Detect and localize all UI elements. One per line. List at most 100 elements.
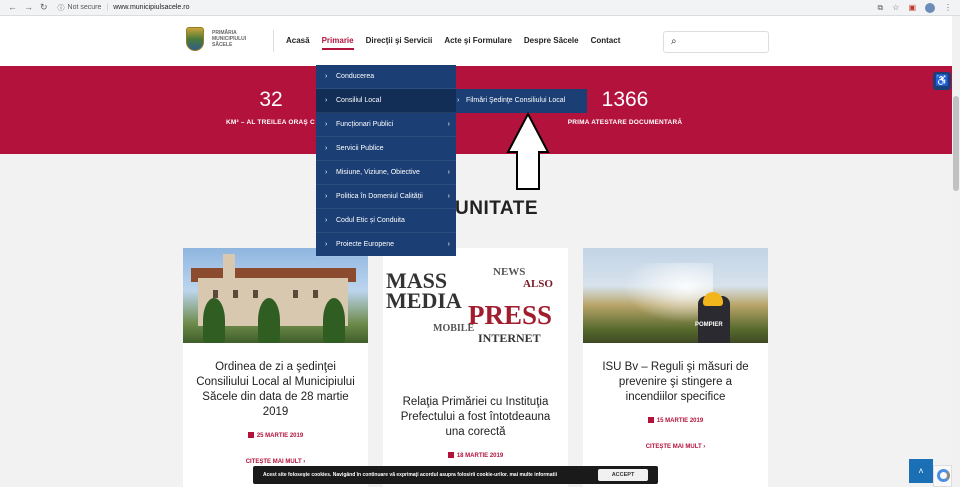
submenu-arrow-icon: › (447, 121, 450, 128)
card-image[interactable]: POMPIER (583, 248, 768, 343)
card-date: 25 MARTIE 2019 (183, 432, 368, 439)
security-label: Not secure (67, 4, 102, 11)
news-card[interactable]: Ordinea de zi a şedinţei Consiliului Loc… (183, 248, 368, 487)
reload-icon[interactable]: ↻ (40, 2, 48, 13)
chevron-right-icon: › (325, 121, 328, 128)
main-menu: Acasă Primarie Direcţii şi Servicii Acte… (286, 36, 620, 50)
site-logo[interactable]: PRIMĂRIA MUNICIPIULUI SĂCELE (186, 27, 252, 51)
read-more-link[interactable]: CITEȘTE MAI MULT › (183, 459, 368, 465)
chevron-right-icon: › (325, 169, 328, 176)
word-internet: INTERNET (478, 331, 541, 343)
dropdown-item-servicii[interactable]: › Servicii Publice (316, 137, 456, 161)
word-mobile: MOBILE (433, 323, 475, 334)
read-more-link[interactable]: CITEȘTE MAI MULT › (583, 444, 768, 450)
window (293, 290, 298, 298)
extension-icon[interactable]: ▣ (908, 3, 916, 12)
menu-item-contact[interactable]: Contact (591, 36, 621, 50)
accessibility-icon[interactable]: ♿ (933, 72, 951, 90)
star-icon[interactable]: ☆ (892, 3, 899, 12)
dropdown-item-politica[interactable]: › Politica în Domeniul Calității › (316, 185, 456, 209)
tree (323, 298, 345, 343)
dropdown-item-label: Proiecte Europene (336, 241, 394, 248)
firefighter-helmet (703, 292, 723, 306)
card-date-text: 15 MARTIE 2019 (656, 418, 704, 424)
dropdown-item-misiune[interactable]: › Misiune, Viziune, Obiective › (316, 161, 456, 185)
more-icon[interactable]: ⋮ (944, 3, 952, 12)
dropdown-item-label: Conducerea (336, 73, 375, 80)
info-icon[interactable]: ⓘ (58, 3, 65, 13)
search-input[interactable]: ⌕ (663, 31, 769, 53)
forward-icon[interactable]: → (24, 2, 33, 13)
chevron-right-icon: › (325, 217, 328, 224)
card-title[interactable]: Relaţia Primăriei cu Instituţia Prefectu… (395, 395, 556, 440)
recaptcha-badge[interactable] (933, 465, 952, 487)
card-title[interactable]: Ordinea de zi a şedinţei Consiliului Loc… (195, 360, 356, 420)
card-title[interactable]: ISU Bv – Reguli şi măsuri de prevenire ş… (595, 360, 756, 405)
card-date-text: 18 MARTIE 2019 (456, 453, 504, 459)
dropdown-item-label: Politica în Domeniul Calității (336, 193, 423, 200)
building-tower (223, 254, 235, 280)
menu-item-acte[interactable]: Acte şi Formulare (444, 36, 512, 50)
browser-actions: ⧉ ☆ ▣ ⋮ (878, 2, 952, 13)
profile-avatar[interactable] (925, 2, 935, 13)
dropdown-item-functionari[interactable]: › Funcționari Publici › (316, 113, 456, 137)
calendar-icon (247, 432, 254, 438)
chevron-right-icon: › (325, 73, 328, 80)
window (313, 290, 318, 298)
dropdown-item-label: Misiune, Viziune, Obiective (336, 169, 420, 176)
cookie-text: Acest site foloseşte cookies. Navigând î… (263, 472, 557, 478)
back-to-top-button[interactable]: ˄ (909, 459, 933, 483)
url-text[interactable]: www.municipiulsacele.ro (113, 4, 189, 11)
section-title: UNITATE (455, 198, 539, 219)
submenu-arrow-icon: › (447, 193, 450, 200)
address-separator: | (106, 4, 109, 11)
submenu-item-label: Filmări Şedinţe Consiliului Local (466, 97, 566, 104)
scrollbar-thumb[interactable] (953, 96, 959, 191)
menu-item-despre[interactable]: Despre Săcele (524, 36, 579, 50)
browser-nav: ← → ↻ (8, 2, 48, 13)
window (233, 290, 238, 298)
chevron-right-icon: › (325, 241, 328, 248)
word-also: ALSO (523, 278, 553, 290)
dropdown-item-label: Codul Etic și Conduita (336, 217, 405, 224)
page-scrollbar[interactable] (952, 16, 960, 487)
address-bar[interactable]: ⓘ Not secure | www.municipiulsacele.ro (58, 3, 190, 13)
news-card[interactable]: POMPIER ISU Bv – Reguli şi măsuri de pre… (583, 248, 768, 487)
logo-divider (273, 30, 274, 52)
window (213, 290, 218, 298)
menu-item-directii[interactable]: Direcţii şi Servicii (366, 36, 433, 50)
dropdown-item-codul-etic[interactable]: › Codul Etic și Conduita (316, 209, 456, 233)
chevron-right-icon: › (325, 97, 328, 104)
chevron-right-icon: › (325, 193, 328, 200)
dropdown-item-conducerea[interactable]: › Conducerea (316, 65, 456, 89)
menu-item-acasa[interactable]: Acasă (286, 36, 310, 50)
news-card[interactable]: MASS MEDIA PRESS INTERNET MOBILE ALSO NE… (383, 248, 568, 487)
logo-text: PRIMĂRIA MUNICIPIULUI SĂCELE (212, 30, 247, 48)
dropdown-item-proiecte[interactable]: › Proiecte Europene › (316, 233, 456, 257)
stat-label: PRIMA ATESTARE DOCUMENTARĂ (567, 119, 683, 126)
word-media: MEDIA (386, 288, 462, 313)
tree (203, 298, 225, 343)
card-date-text: 25 MARTIE 2019 (256, 433, 304, 439)
translate-icon[interactable]: ⧉ (878, 3, 884, 13)
submenu-arrow-icon: › (447, 169, 450, 176)
tree (258, 298, 280, 343)
submenu-item-filmari[interactable]: › Filmări Şedinţe Consiliului Local (456, 89, 587, 113)
word-pompier: POMPIER (695, 322, 723, 328)
card-image[interactable] (183, 248, 368, 343)
dropdown-item-consiliul-local[interactable]: › Consiliul Local (316, 89, 456, 113)
cookie-bar: Acest site foloseşte cookies. Navigând î… (253, 466, 658, 484)
word-press: PRESS (468, 300, 553, 330)
coat-of-arms-icon (186, 27, 204, 51)
menu-item-primarie[interactable]: Primarie (321, 36, 354, 50)
back-icon[interactable]: ← (8, 2, 17, 13)
dropdown-item-label: Funcționari Publici (336, 121, 394, 128)
calendar-icon (647, 417, 654, 423)
window (253, 290, 258, 298)
search-icon[interactable]: ⌕ (671, 36, 677, 47)
recaptcha-icon (937, 469, 950, 482)
card-date: 15 MARTIE 2019 (583, 417, 768, 424)
accept-button[interactable]: ACCEPT (598, 469, 648, 481)
card-image[interactable]: MASS MEDIA PRESS INTERNET MOBILE ALSO NE… (383, 248, 568, 343)
dropdown-item-label: Servicii Publice (336, 145, 384, 152)
